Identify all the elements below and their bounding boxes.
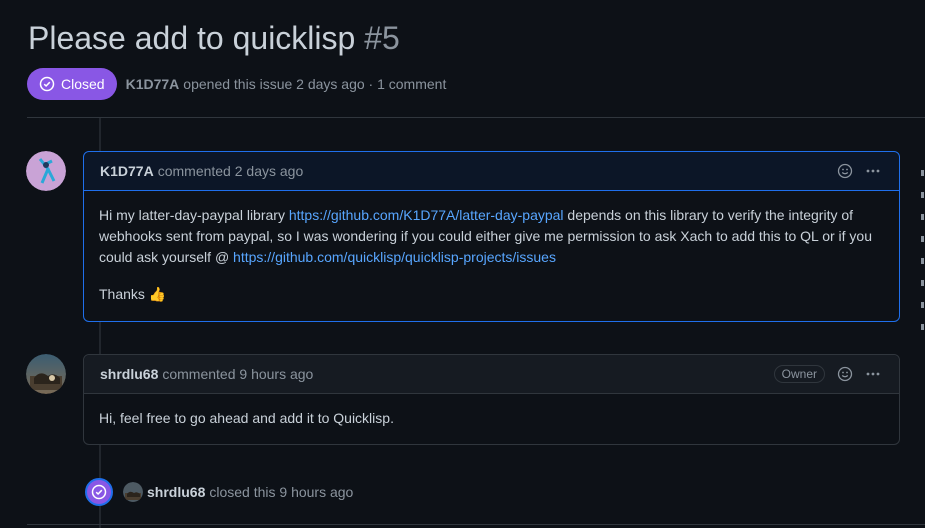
comment-timestamp[interactable]: commented 2 days ago	[158, 163, 304, 179]
comment-card: K1D77A commented 2 days ago Hi my latter…	[83, 151, 900, 322]
issues-link[interactable]: https://github.com/quicklisp/quicklisp-p…	[233, 249, 556, 265]
issue-opened-text: opened this issue 2 days ago · 1 comment	[183, 76, 447, 92]
status-label: Closed	[61, 76, 105, 92]
comment-header: K1D77A commented 2 days ago	[84, 152, 899, 191]
kebab-menu-icon[interactable]	[863, 364, 883, 384]
avatar[interactable]	[26, 354, 66, 394]
repo-link[interactable]: https://github.com/K1D77A/latter-day-pay…	[289, 207, 564, 223]
avatar[interactable]	[26, 151, 66, 191]
issue-meta: Closed K1D77A opened this issue 2 days a…	[27, 68, 446, 100]
kebab-menu-icon[interactable]	[863, 161, 883, 181]
comment-paragraph: Hi, feel free to go ahead and add it to …	[99, 410, 394, 426]
comment-author-link[interactable]: K1D77A	[100, 163, 154, 179]
closed-check-icon	[85, 478, 113, 506]
event-text: closed this 9 hours ago	[209, 484, 354, 500]
owner-badge: Owner	[773, 365, 825, 383]
comment-card: shrdlu68 commented 9 hours ago Owner Hi,…	[83, 354, 900, 445]
comment-thanks: Thanks 👍	[99, 286, 167, 302]
comment-body: Hi my latter-day-paypal library https://…	[84, 191, 899, 317]
avatar[interactable]	[123, 482, 143, 502]
issue-number: #5	[364, 20, 400, 56]
comment-header: shrdlu68 commented 9 hours ago Owner	[84, 355, 899, 394]
sidebar-edge	[921, 170, 925, 346]
comment-text: Hi my latter-day-paypal library	[99, 207, 289, 223]
issue-title: Please add to quicklisp #5	[28, 18, 400, 58]
status-badge: Closed	[27, 68, 117, 100]
closed-event: shrdlu68 closed this 9 hours ago	[85, 478, 353, 506]
event-author-link[interactable]: shrdlu68	[147, 484, 205, 500]
issue-title-text: Please add to quicklisp	[28, 20, 356, 56]
reaction-smiley-icon[interactable]	[835, 161, 855, 181]
reaction-smiley-icon[interactable]	[835, 364, 855, 384]
timeline-end-divider	[27, 524, 925, 525]
issue-author-link[interactable]: K1D77A	[126, 76, 180, 92]
comment-paragraph: Hi my latter-day-paypal library https://…	[99, 205, 884, 268]
check-circle-icon	[39, 76, 55, 92]
comment-body: Hi, feel free to go ahead and add it to …	[84, 394, 899, 441]
comment-author-link[interactable]: shrdlu68	[100, 366, 158, 382]
comment-timestamp[interactable]: commented 9 hours ago	[162, 366, 313, 382]
header-divider	[27, 117, 925, 118]
